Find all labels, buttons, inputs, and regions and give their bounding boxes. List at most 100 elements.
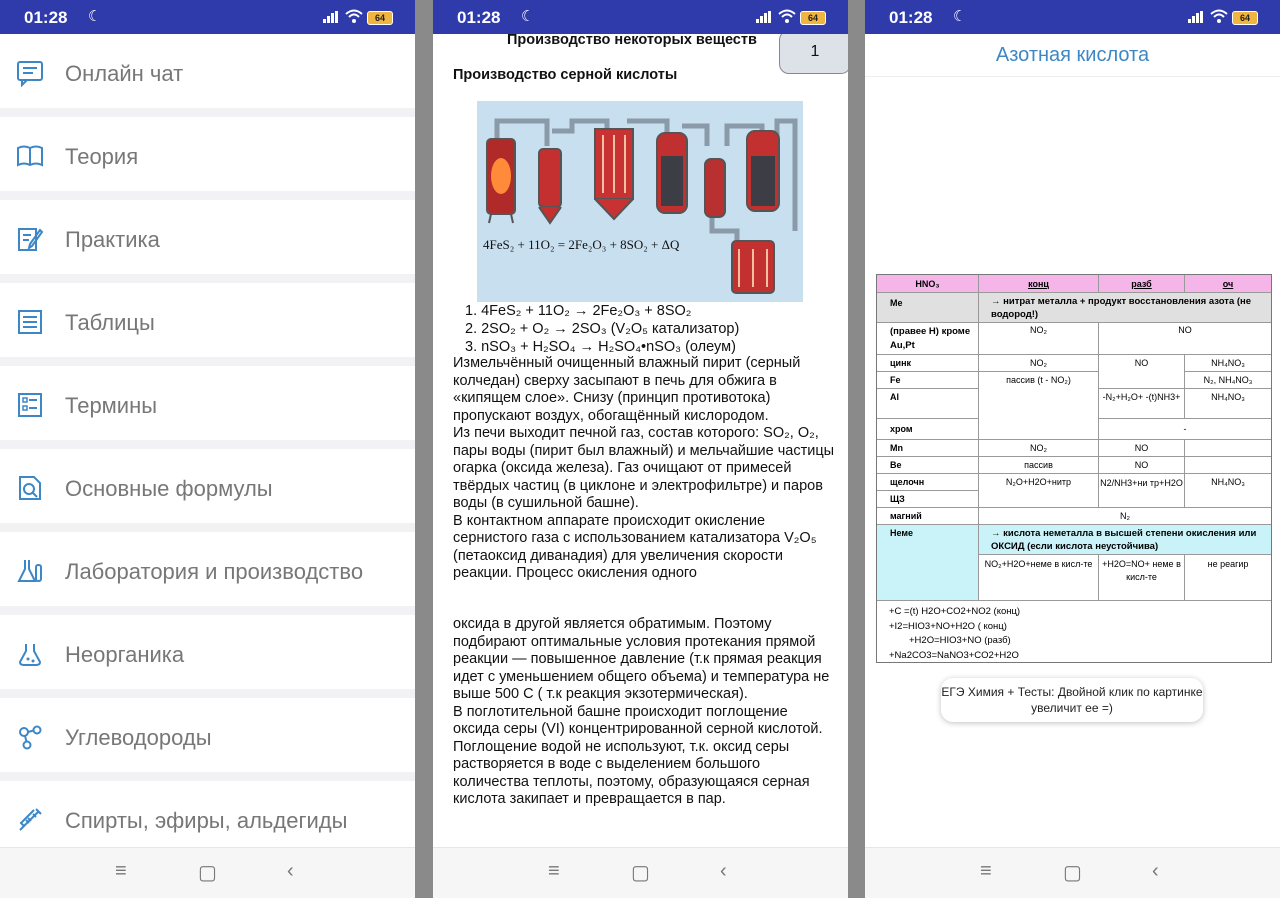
table-cell: N₂, NH₄NO₃	[1185, 372, 1271, 389]
table-cell: NH₄NO₃	[1185, 474, 1271, 508]
main-menu: Онлайн чат Теория Практика Таблицы Терми…	[0, 34, 415, 864]
reaction-item: 3. nSO₃ + H₂SO₄ → H₂SO₄•nSO₃ (олеум)	[465, 339, 736, 355]
example-line: +H2O=HIO3+NO (разб)	[909, 635, 1011, 646]
menu-item-label: Основные формулы	[65, 476, 273, 501]
nav-bar: ≡ ▢ ‹	[865, 847, 1280, 898]
list-icon	[18, 393, 42, 417]
menu-item-lab[interactable]: Лаборатория и производство	[0, 532, 415, 615]
status-bar: 01:28 ☾ 64	[0, 0, 415, 34]
edit-document-icon	[18, 228, 44, 251]
menu-item-label: Практика	[65, 227, 160, 252]
home-icon[interactable]: ▢	[1063, 860, 1082, 885]
moon-icon: ☾	[88, 8, 102, 25]
battery-icon: 64	[800, 11, 826, 25]
back-icon[interactable]: ‹	[720, 860, 727, 883]
phone-article-screen: 01:28 ☾ 64 Азотная кислота HNO₃ конц раз…	[865, 0, 1280, 898]
molecule-icon	[19, 725, 42, 750]
signal-icon	[756, 11, 771, 23]
document-view[interactable]: Производство некоторых веществ 1 Произво…	[433, 34, 848, 848]
nitric-acid-table-image[interactable]: HNO₃ конц разб оч Me → нитрат металла + …	[876, 274, 1272, 663]
nav-bar: ≡ ▢ ‹	[0, 847, 415, 898]
menu-item-hydrocarbons[interactable]: Углеводороды	[0, 698, 415, 781]
reaction-item: 1. 4FeS₂ + 11O₂ → 2Fe₂O₃ + 8SO₂	[465, 303, 692, 319]
battery-icon: 64	[1232, 11, 1258, 25]
table-cell: N₂O+H2O+нитр	[979, 474, 1099, 508]
table-header: конц	[979, 275, 1099, 293]
table-cell: N₂	[979, 508, 1271, 525]
menu-icon[interactable]: ≡	[980, 860, 992, 883]
table-cell: Al	[877, 389, 979, 419]
menu-item-label: Таблицы	[65, 310, 155, 335]
menu-item-label: Неорганика	[65, 642, 185, 667]
page-title: Азотная кислота	[865, 34, 1280, 77]
reaction-item: 2. 2SO₂ + O₂ → 2SO₃ (V₂O₅ катализатор)	[465, 321, 740, 337]
table-cell: N2/NH3+ни тр+H2O	[1099, 474, 1185, 508]
example-line: +Na2CO3=NaNO3+CO2+H2O	[889, 649, 1019, 661]
menu-item-theory[interactable]: Теория	[0, 117, 415, 200]
chat-icon	[17, 61, 43, 87]
status-bar: 01:28 ☾ 64	[865, 0, 1280, 34]
table-cell: NO₂	[979, 440, 1099, 457]
table-cell: щелочн	[877, 474, 979, 491]
table-cell: пассив	[979, 457, 1099, 474]
battery-icon: 64	[367, 11, 393, 25]
table-cell: NO	[1099, 355, 1185, 389]
reaction-list: 1. 4FeS₂ + 11O₂ → 2Fe₂O₃ + 8SO₂ 2. 2SO₂ …	[453, 302, 739, 356]
back-icon[interactable]: ‹	[287, 860, 294, 883]
status-time: 01:28	[24, 8, 68, 27]
menu-icon[interactable]: ≡	[115, 860, 127, 883]
syringe-icon	[19, 808, 42, 831]
example-line: +I2=HIO3+NO+H2O ( конц)	[889, 620, 1007, 632]
table-header: HNO₃	[877, 275, 979, 293]
table-cell: не реагир	[1185, 555, 1271, 601]
menu-item-tables[interactable]: Таблицы	[0, 283, 415, 366]
table-cell: пассив (t - NO₂)	[979, 372, 1099, 440]
menu-item-label: Углеводороды	[65, 725, 212, 750]
home-icon[interactable]: ▢	[631, 860, 650, 885]
status-bar: 01:28 ☾ 64	[433, 0, 848, 34]
toast-message: ЕГЭ Химия + Тесты: Двойной клик по карти…	[941, 678, 1203, 722]
menu-item-label: Спирты, эфиры, альдегиды	[65, 808, 348, 833]
table-cell: Неме	[877, 525, 979, 601]
menu-item-formulas[interactable]: Основные формулы	[0, 449, 415, 532]
table-cell: Fe	[877, 372, 979, 389]
table-cell: Me	[877, 293, 979, 323]
signal-icon	[323, 11, 338, 23]
moon-icon: ☾	[953, 8, 967, 25]
table-cell: магний	[877, 508, 979, 525]
table-cell: Mn	[877, 440, 979, 457]
table-cell: Be	[877, 457, 979, 474]
menu-item-label: Теория	[65, 144, 139, 169]
wifi-icon	[778, 9, 796, 23]
back-icon[interactable]: ‹	[1152, 860, 1159, 883]
examples-block: +C =(t) H2O+CO2+NO2 (конц) +I2=HIO3+NO+H…	[889, 605, 1020, 663]
phone-document-screen: 01:28 ☾ 64 Производство некоторых вещест…	[433, 0, 848, 898]
table-cell: хром	[877, 419, 979, 440]
table-cell: NH₄NO₃	[1185, 389, 1271, 419]
body-text: Измельчённый очищенный влажный пирит (се…	[453, 355, 835, 581]
menu-icon[interactable]: ≡	[548, 860, 560, 883]
menu-item-label: Онлайн чат	[65, 61, 184, 86]
status-time: 01:28	[457, 8, 501, 27]
menu-item-practice[interactable]: Практика	[0, 200, 415, 283]
menu-item-chat[interactable]: Онлайн чат	[0, 34, 415, 117]
menu-item-terms[interactable]: Термины	[0, 366, 415, 449]
flask-icon	[17, 560, 42, 582]
table-cell: цинк	[877, 355, 979, 372]
signal-icon	[1188, 11, 1203, 23]
table-cell	[1185, 457, 1271, 474]
section-heading: Производство серной кислоты	[453, 67, 678, 83]
menu-item-inorganic[interactable]: Неорганика	[0, 615, 415, 698]
menu-item-label: Лаборатория и производство	[65, 559, 364, 584]
table-cell: → нитрат металла + продукт восстановлени…	[979, 293, 1271, 323]
table-icon	[18, 310, 42, 334]
example-line: +C =(t) H2O+CO2+NO2 (конц)	[889, 606, 1021, 617]
status-time: 01:28	[889, 8, 933, 27]
phone-menu-screen: 01:28 ☾ 64 Онлайн чат Теория Практика Та…	[0, 0, 415, 898]
moon-icon: ☾	[521, 8, 535, 25]
home-icon[interactable]: ▢	[198, 860, 217, 885]
table-cell: +H2O=NO+ неме в кисл-те	[1099, 555, 1185, 601]
diagram-formula: 4FeS₂ + 11O₂ = 2Fe₂O₃ + 8SO₂ + ΔQ	[483, 237, 680, 252]
table-cell: NO	[1099, 323, 1271, 355]
table-cell: (правее Н) кроме Au,Pt	[877, 323, 979, 355]
